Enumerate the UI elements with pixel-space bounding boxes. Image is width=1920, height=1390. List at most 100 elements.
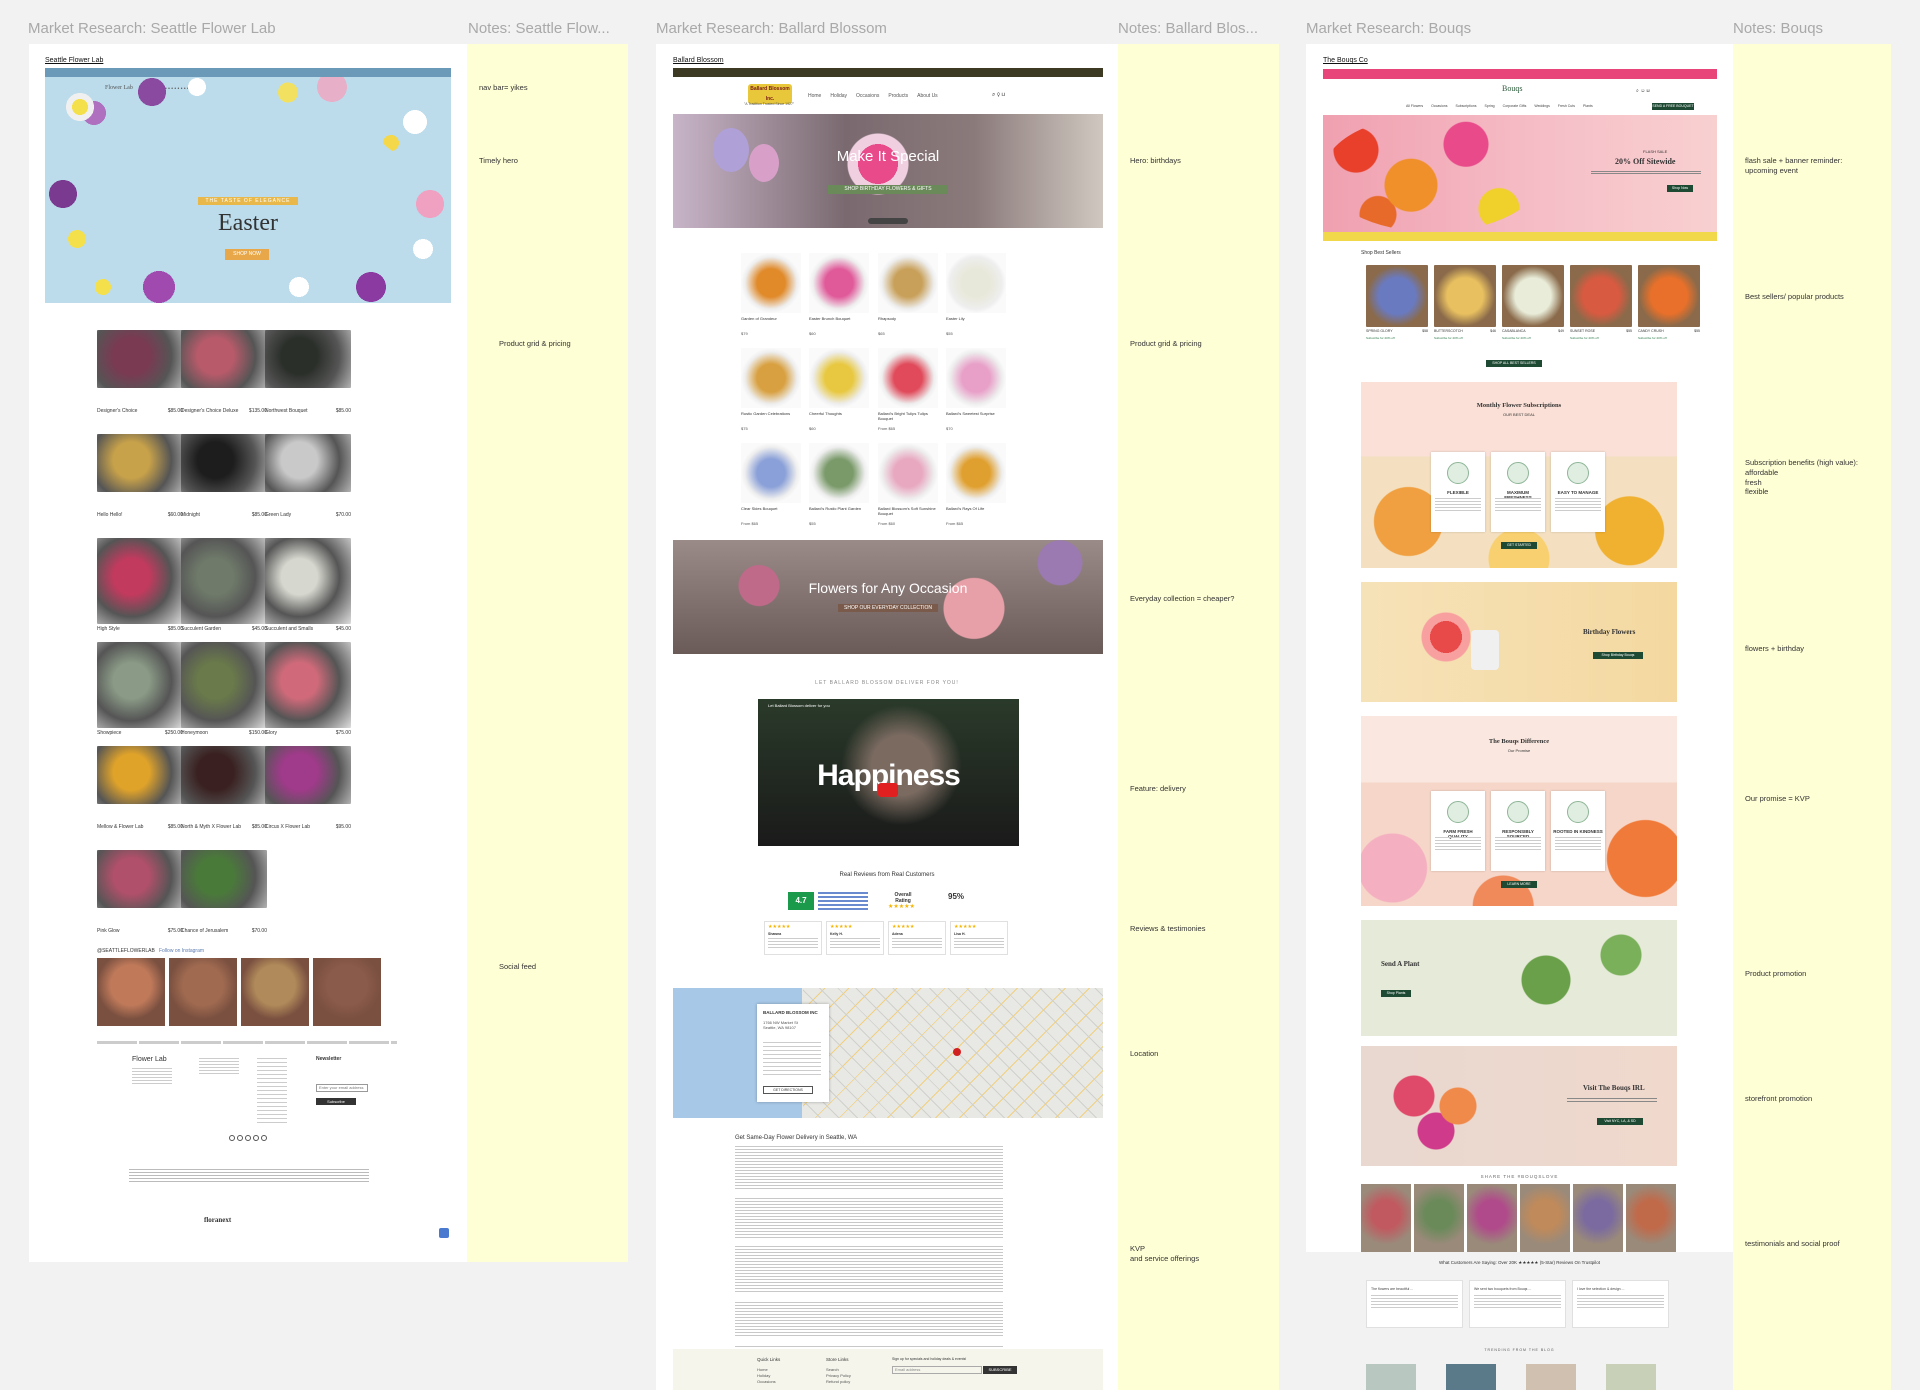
product-image[interactable]	[741, 253, 801, 313]
product-image[interactable]	[181, 642, 267, 728]
product-name[interactable]: Northwest Bouquet	[265, 408, 308, 414]
irl-button[interactable]: Visit NYC, LA, & SD	[1597, 1118, 1643, 1125]
instagram-post[interactable]	[313, 958, 381, 1026]
product-image[interactable]	[97, 330, 183, 388]
product-tile[interactable]: Showpiece $250.00	[97, 642, 183, 736]
nav-item[interactable]: Products	[888, 93, 908, 99]
product-image[interactable]	[97, 746, 183, 804]
blog-thumb[interactable]	[1526, 1364, 1576, 1390]
ugc-photo[interactable]	[1573, 1184, 1623, 1252]
note-text[interactable]: Feature: delivery	[1130, 784, 1273, 794]
product-name[interactable]: Pink Glow	[97, 928, 120, 934]
product-name[interactable]: Succulent and Smalls	[265, 626, 313, 632]
note-text[interactable]: Product promotion	[1745, 969, 1885, 979]
blog-thumb[interactable]	[1366, 1364, 1416, 1390]
product-tile[interactable]: Midnight $85.00	[181, 434, 267, 522]
footer-email-input[interactable]: Enter your email address	[316, 1084, 368, 1092]
note-text[interactable]: nav bar= yikes	[479, 83, 622, 93]
footer-logo[interactable]: Flower Lab	[132, 1056, 167, 1063]
notes-title-ballard[interactable]: Notes: Ballard Blos...	[1118, 20, 1268, 37]
product-image[interactable]	[97, 434, 183, 492]
product-image[interactable]	[265, 746, 351, 804]
flash-button[interactable]: Shop Now	[1667, 185, 1693, 192]
diff-button[interactable]: LEARN MORE	[1501, 881, 1537, 888]
note-text[interactable]: Reviews & testimonies	[1130, 924, 1273, 934]
product-image[interactable]	[1570, 265, 1632, 327]
product-image[interactable]	[97, 850, 183, 908]
footer-social-icons[interactable]	[229, 1135, 267, 1141]
product-name[interactable]: SPRING GLORY	[1366, 329, 1393, 333]
hero-easter[interactable]: Flower Lab • • • • • • • • • • • • THE T…	[45, 77, 451, 303]
product-tile[interactable]: Hello Hello! $60.00	[97, 434, 183, 522]
nav-item[interactable]: Occasions	[1431, 104, 1447, 108]
plant-section[interactable]: Send A Plant Shop Plants	[1361, 920, 1677, 1036]
birthday-button[interactable]: Shop Birthday Bouqs	[1593, 652, 1643, 659]
product-tile[interactable]: Chance of Jerusalem $70.00	[181, 850, 267, 938]
bestseller-tile[interactable]: CASABLANCA $49 Subscribe for 20% off	[1502, 265, 1564, 347]
video-player[interactable]: Let Ballard Blossom deliver for you Happ…	[758, 699, 1019, 846]
site-label[interactable]: Ballard Blossom	[673, 57, 724, 64]
bestseller-tile[interactable]: SUNSET ROSE $55 Subscribe for 20% off	[1570, 265, 1632, 347]
footer-subscribe-button[interactable]: Subscribe	[316, 1098, 356, 1105]
product-tile[interactable]: Glory $75.00	[265, 642, 351, 736]
product-image[interactable]	[878, 348, 938, 408]
review-card[interactable]: ★★★★★ Lisa H.	[950, 921, 1008, 955]
product-name[interactable]: Ballard's Rustic Plant Garden	[809, 506, 869, 511]
product-name[interactable]: Garden of Grandeur	[741, 316, 801, 321]
footer-links[interactable]	[257, 1058, 287, 1124]
product-tile[interactable]: Ballard's Sweetest Surprise $70	[946, 348, 1006, 436]
product-tile[interactable]: North & Myth X Flower Lab $85.00	[181, 746, 267, 834]
plant-button[interactable]: Shop Plants	[1381, 990, 1411, 997]
product-image[interactable]	[741, 443, 801, 503]
review-card[interactable]: ★★★★★ Kelly H.	[826, 921, 884, 955]
testimonial-card[interactable]: The flowers are beautiful ...	[1366, 1280, 1463, 1328]
frame-title-ballard[interactable]: Market Research: Ballard Blossom	[656, 20, 887, 37]
review-card[interactable]: ★★★★★ Shawna	[764, 921, 822, 955]
product-tile[interactable]: Clear Skies Bouquet From $65	[741, 443, 801, 531]
note-text[interactable]: flash sale + banner reminder: upcoming e…	[1745, 156, 1885, 176]
social-handle[interactable]: @SEATTLEFLOWERLAB	[97, 948, 155, 954]
note-text[interactable]: Social feed	[499, 962, 622, 972]
ugc-photo[interactable]	[1520, 1184, 1570, 1252]
instagram-post[interactable]	[241, 958, 309, 1026]
product-tile[interactable]: High Style $85.00	[97, 538, 183, 632]
nav-item[interactable]: All Flowers	[1406, 104, 1423, 108]
frame-title-seattle[interactable]: Market Research: Seattle Flower Lab	[28, 20, 276, 37]
product-image[interactable]	[181, 850, 267, 908]
shop-now-button[interactable]: SHOP NOW	[225, 249, 269, 260]
product-name[interactable]: BUTTERSCOTCH	[1434, 329, 1463, 333]
product-name[interactable]: Circus X Flower Lab	[265, 824, 310, 830]
product-image[interactable]	[946, 253, 1006, 313]
note-text[interactable]: Everyday collection = cheaper?	[1130, 594, 1273, 604]
product-name[interactable]: Easter Lily	[946, 316, 1006, 321]
nav-item[interactable]: Weddings	[1534, 104, 1550, 108]
footer-seo-links[interactable]	[129, 1169, 369, 1183]
flash-sale-hero[interactable]: FLASH SALE 20% Off Sitewide Shop Now	[1323, 115, 1717, 232]
footer-quick-links[interactable]: Home Holiday Occasions	[757, 1367, 776, 1385]
product-image[interactable]	[1366, 265, 1428, 327]
nav-item[interactable]: Spring	[1484, 104, 1494, 108]
product-name[interactable]: Rustic Garden Celebrations	[741, 411, 801, 416]
product-tile[interactable]: Ballard Blossom's Soft Sunshine Bouquet F…	[878, 443, 938, 531]
footer-link[interactable]: Refund policy	[826, 1379, 851, 1385]
product-image[interactable]	[809, 348, 869, 408]
product-image[interactable]	[181, 538, 267, 624]
get-directions-button[interactable]: GET DIRECTIONS	[763, 1086, 813, 1094]
product-image[interactable]	[878, 443, 938, 503]
note-text[interactable]: Product grid & pricing	[1130, 339, 1273, 349]
product-name[interactable]: Midnight	[181, 512, 200, 518]
product-image[interactable]	[1434, 265, 1496, 327]
hero-button[interactable]: SHOP BIRTHDAY FLOWERS & GIFTS	[828, 185, 948, 194]
product-name[interactable]: Glory	[265, 730, 277, 736]
product-name[interactable]: Green Lady	[265, 512, 291, 518]
note-text[interactable]: storefront promotion	[1745, 1094, 1885, 1104]
product-image[interactable]	[265, 330, 351, 388]
product-image[interactable]	[809, 443, 869, 503]
product-name[interactable]: Ballard's Bright Tulips Tulips Bouquet	[878, 411, 938, 421]
bestseller-tile[interactable]: BUTTERSCOTCH $46 Subscribe for 20% off	[1434, 265, 1496, 347]
footer-subscribe-button[interactable]: SUBSCRIBE	[983, 1366, 1017, 1374]
product-tile[interactable]: Designer's Choice Deluxe $135.00	[181, 330, 267, 418]
ugc-photo[interactable]	[1467, 1184, 1517, 1252]
map-pin-icon[interactable]	[953, 1048, 961, 1056]
bestseller-tile[interactable]: SPRING GLORY $58 Subscribe for 20% off	[1366, 265, 1428, 347]
